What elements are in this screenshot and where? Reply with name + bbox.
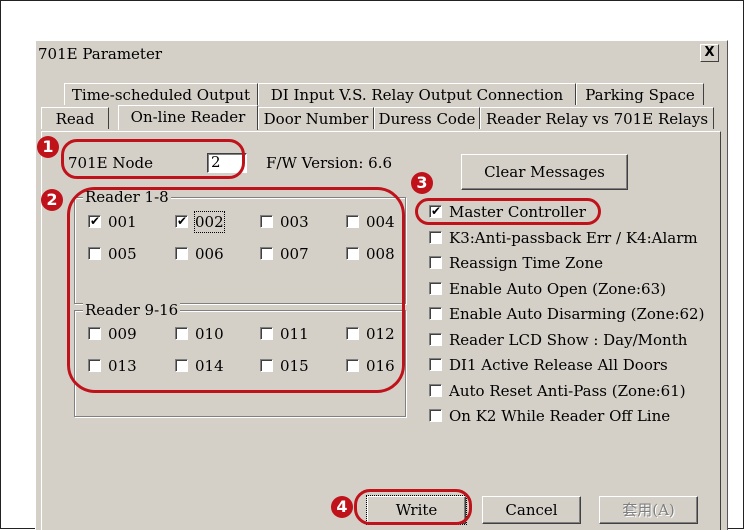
checkbox-label: 004 <box>366 213 395 231</box>
checkbox-box[interactable] <box>88 247 101 260</box>
close-button[interactable]: X <box>700 44 719 62</box>
checkbox-label: Auto Reset Anti-Pass (Zone:61) <box>449 381 686 400</box>
firmware-version: F/W Version: 6.6 <box>266 154 393 172</box>
write-button[interactable]: Write <box>366 495 467 525</box>
checkbox-label: 002 <box>194 211 225 233</box>
checkmark-icon: ✔ <box>177 214 188 228</box>
checkbox-box[interactable] <box>175 359 188 372</box>
close-icon: X <box>704 45 715 60</box>
tab-door-number[interactable]: Door Number <box>258 107 374 129</box>
checkbox-box[interactable] <box>260 359 273 372</box>
cancel-button[interactable]: Cancel <box>482 496 581 524</box>
checkbox-label: Master Controller <box>449 203 586 221</box>
tab-time-scheduled-output[interactable]: Time-scheduled Output <box>64 83 258 105</box>
checkbox-box[interactable] <box>429 383 442 397</box>
checkbox-label: On K2 While Reader Off Line <box>449 407 671 425</box>
checkbox-box[interactable] <box>429 307 442 320</box>
checkbox-label: 005 <box>108 245 137 263</box>
reader-group-9-16-title: Reader 9-16 <box>83 301 181 319</box>
tab-duress-code[interactable]: Duress Code <box>374 107 480 129</box>
checkbox-label: 008 <box>366 245 395 263</box>
checkbox-box[interactable]: ✔ <box>429 204 442 218</box>
checkbox-box[interactable] <box>429 409 442 422</box>
window-title: 701E Parameter <box>38 45 162 63</box>
checkbox-box[interactable] <box>346 215 359 228</box>
tab-parking-space[interactable]: Parking Space <box>576 83 704 105</box>
annotation-badge-2: 2 <box>41 189 63 211</box>
tab-on-line-reader[interactable]: On-line Reader <box>118 105 258 130</box>
checkbox-box[interactable] <box>429 256 442 269</box>
tab-di-input-relay-output[interactable]: DI Input V.S. Relay Output Connection <box>258 83 576 105</box>
checkbox-label: 015 <box>280 357 309 375</box>
checkbox-label: 016 <box>366 357 395 375</box>
checkbox-box[interactable] <box>346 359 359 372</box>
tab-page-on-line-reader: 701E Node 2 F/W Version: 6.6 Clear Messa… <box>41 131 721 530</box>
checkmark-icon: ✔ <box>90 214 101 228</box>
clear-messages-button[interactable]: Clear Messages <box>461 154 628 190</box>
checkbox-label: 013 <box>108 357 137 375</box>
checkbox-box[interactable] <box>346 247 359 260</box>
tab-reader-relay-vs-701e-relays[interactable]: Reader Relay vs 701E Relays <box>480 107 714 129</box>
checkbox-box[interactable] <box>260 327 273 340</box>
checkbox-box[interactable] <box>429 332 442 346</box>
reader-group-1-8-title: Reader 1-8 <box>83 188 171 206</box>
checkbox-box[interactable]: ✔ <box>175 214 188 228</box>
tab-read[interactable]: Read <box>41 107 109 129</box>
checkbox-box[interactable]: ✔ <box>88 214 101 228</box>
annotation-badge-1: 1 <box>37 136 59 158</box>
checkbox-label: Reassign Time Zone <box>449 254 603 272</box>
checkbox-label: K3:Anti-passback Err / K4:Alarm <box>449 228 698 247</box>
checkbox-box[interactable] <box>429 281 442 295</box>
checkbox-box[interactable] <box>175 247 188 260</box>
checkbox-box[interactable] <box>88 359 101 372</box>
checkbox-box[interactable] <box>429 358 442 371</box>
node-label: 701E Node <box>68 154 153 172</box>
checkbox-label: 012 <box>366 325 395 343</box>
checkbox-label: 009 <box>108 325 137 343</box>
annotation-badge-3: 3 <box>411 172 433 194</box>
checkbox-label: Enable Auto Open (Zone:63) <box>449 279 666 298</box>
checkbox-label: 006 <box>195 245 224 263</box>
checkbox-box[interactable] <box>88 327 101 340</box>
checkbox-box[interactable] <box>260 215 273 228</box>
checkbox-box[interactable] <box>175 327 188 340</box>
checkbox-box[interactable] <box>429 230 442 244</box>
apply-button[interactable]: 套用(A) <box>599 496 698 524</box>
checkbox-label: 014 <box>195 357 224 375</box>
checkbox-box[interactable] <box>260 247 273 260</box>
node-input[interactable]: 2 <box>207 153 247 173</box>
checkbox-label: 001 <box>108 213 137 231</box>
checkbox-label: DI1 Active Release All Doors <box>449 356 668 374</box>
checkbox-label: Enable Auto Disarming (Zone:62) <box>449 305 705 323</box>
checkbox-label: Reader LCD Show : Day/Month <box>449 330 688 349</box>
checkmark-icon: ✔ <box>431 204 442 218</box>
checkbox-label: 010 <box>195 325 224 343</box>
checkbox-label: 003 <box>280 213 309 231</box>
checkbox-box[interactable] <box>346 327 359 340</box>
checkbox-label: 011 <box>280 325 309 343</box>
annotation-badge-4: 4 <box>331 496 353 518</box>
checkbox-label: 007 <box>280 245 309 263</box>
title-bar: 701E Parameter X <box>36 41 727 65</box>
parameter-dialog: 701E Parameter X Time-scheduled Output D… <box>35 40 728 530</box>
